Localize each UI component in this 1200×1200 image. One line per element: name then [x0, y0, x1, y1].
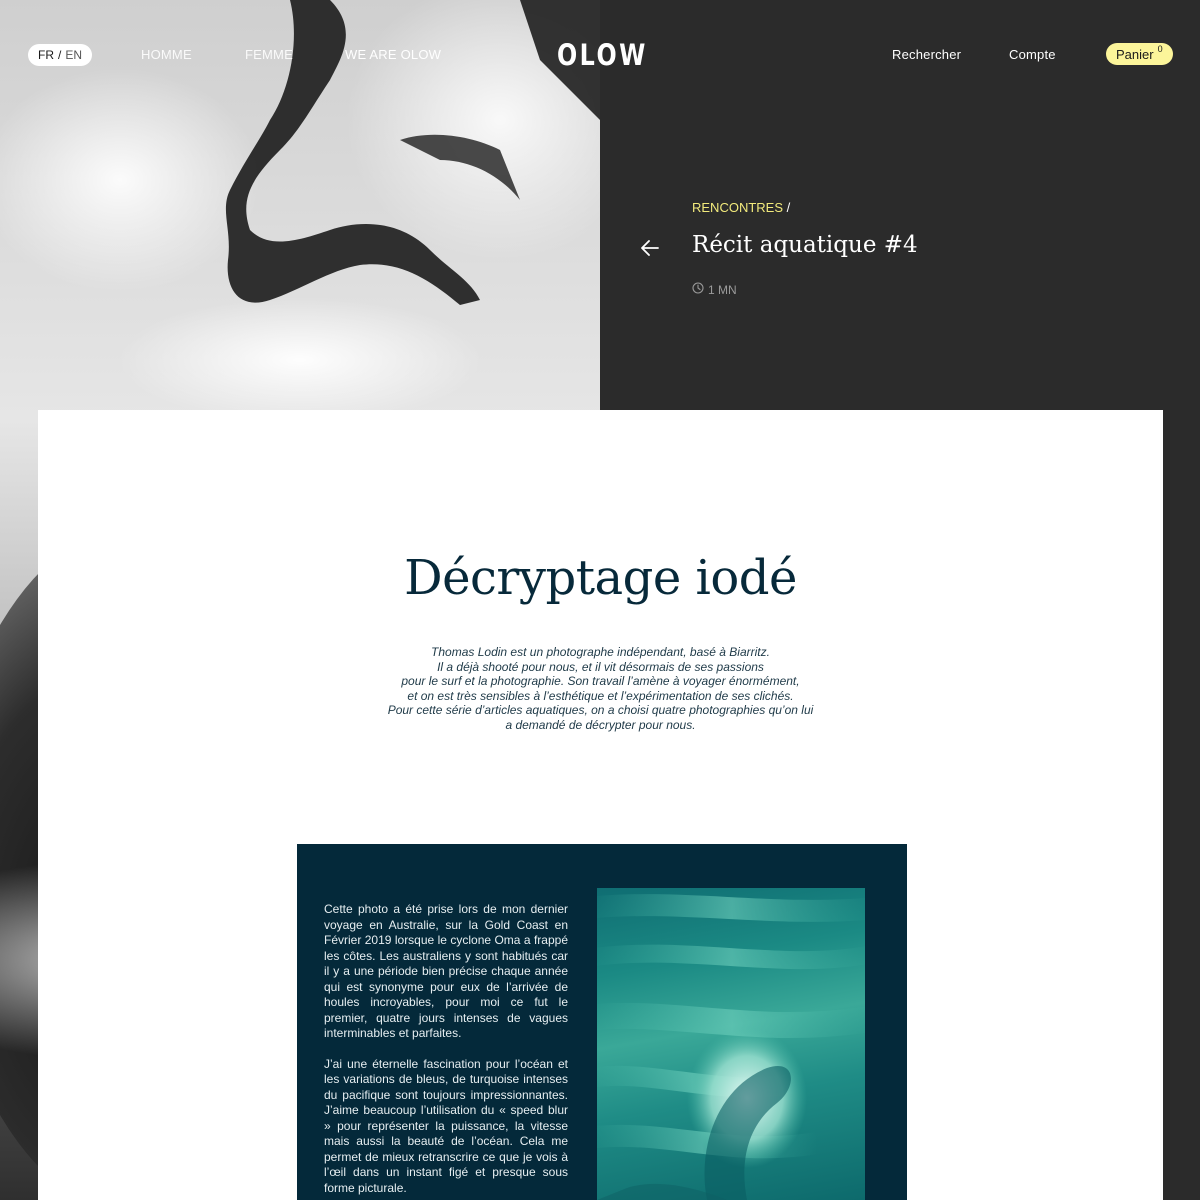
intro-line: Pour cette série d’articles aquatiques, …: [387, 703, 814, 717]
cart-label: Panier: [1116, 46, 1154, 62]
wave-photo: [597, 888, 865, 1200]
intro-line: Thomas Lodin est un photographe indépend…: [431, 645, 770, 659]
breadcrumb: RENCONTRES /: [692, 200, 790, 215]
cart-button[interactable]: Panier 0: [1106, 43, 1173, 65]
intro-line: Il a déjà shooté pour nous, et il vit dé…: [437, 659, 764, 674]
account-link[interactable]: Compte: [1009, 47, 1056, 62]
story-block: Cette photo a été prise lors de mon dern…: [297, 844, 907, 1200]
read-time: 1 MN: [692, 282, 737, 297]
article-content: Décryptage iodé Thomas Lodin est un phot…: [38, 410, 1163, 1200]
section-title: Décryptage iodé: [404, 550, 797, 606]
site-header: FR / EN HOMME FEMME WE ARE OLOW OLOW Rec…: [0, 0, 1200, 110]
intro-line: a demandé de décrypter pour nous.: [505, 717, 696, 732]
nav-we-are-olow[interactable]: WE ARE OLOW: [345, 47, 441, 62]
intro-paragraph: Thomas Lodin est un photographe indépend…: [343, 645, 858, 732]
olow-logo[interactable]: OLOW: [557, 38, 648, 72]
language-switch: FR / EN: [28, 44, 93, 66]
nav-femme[interactable]: FEMME: [245, 47, 293, 62]
lang-en[interactable]: EN: [65, 48, 82, 62]
article-title: Récit aquatique #4: [692, 232, 918, 258]
breadcrumb-separator: /: [786, 200, 791, 215]
nav-homme[interactable]: HOMME: [141, 47, 192, 62]
search-link[interactable]: Rechercher: [892, 47, 961, 62]
clock-icon: [692, 282, 704, 297]
lang-separator: /: [58, 48, 62, 62]
story-paragraph: Cette photo a été prise lors de mon dern…: [324, 902, 568, 1040]
arrow-left-icon[interactable]: [640, 239, 660, 257]
breadcrumb-rencontres[interactable]: RENCONTRES: [692, 200, 783, 215]
intro-line: et on est très sensibles à l’esthétique …: [407, 688, 794, 703]
lang-fr[interactable]: FR: [38, 48, 54, 62]
story-paragraph: J’ai une éternelle fascination pour l’oc…: [324, 1056, 568, 1195]
read-time-label: 1 MN: [708, 282, 737, 297]
intro-line: pour le surf et la photographie. Son tra…: [401, 674, 800, 688]
cart-count: 0: [1157, 44, 1163, 54]
story-text: Cette photo a été prise lors de mon dern…: [324, 902, 568, 1196]
